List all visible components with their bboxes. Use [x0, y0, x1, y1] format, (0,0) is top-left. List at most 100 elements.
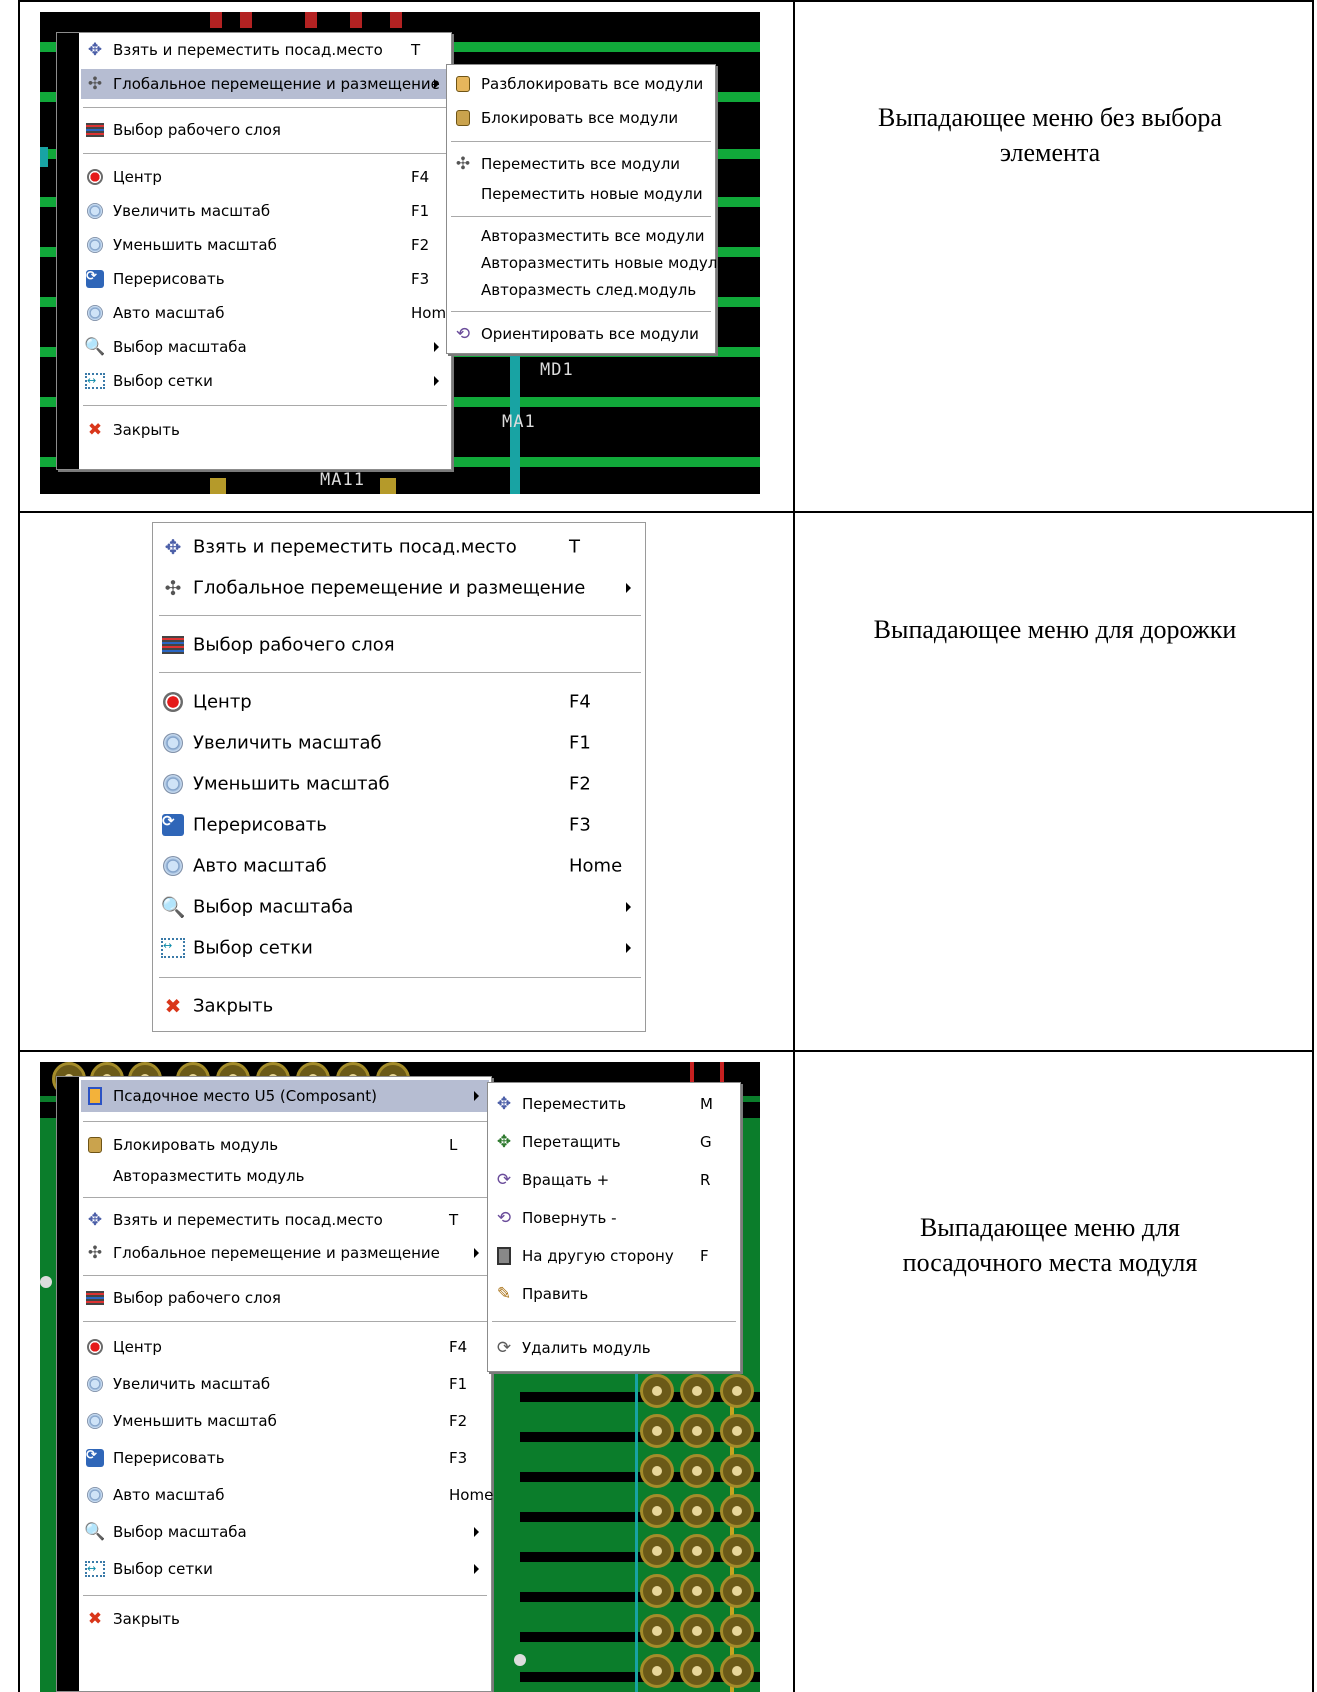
menu-item-global-move[interactable]: ✣ Глобальное перемещение и размещение	[81, 1238, 489, 1268]
pcb-pad	[640, 1534, 674, 1568]
menu-item-footprint-u5[interactable]: Псадочное место U5 (Composant)	[81, 1080, 489, 1112]
menu-separator	[83, 107, 447, 109]
menu-item-zoom-in[interactable]: Увеличить масштаб F1	[81, 1369, 489, 1399]
menu-item-center[interactable]: Центр F4	[81, 162, 449, 192]
pcb-pad	[305, 12, 317, 28]
menu-separator	[83, 1595, 487, 1597]
submenu-arrow-icon	[474, 1091, 479, 1101]
grid-select-icon: ↔	[161, 936, 185, 960]
pcb-pad	[390, 12, 402, 28]
table-border-right	[1312, 0, 1314, 1692]
submenu-item-edit[interactable]: ✎ Править	[490, 1277, 738, 1311]
menu-item-zoom-out[interactable]: Уменьшить масштаб F2	[81, 1406, 489, 1436]
menu-item-redraw[interactable]: ⟳ Перерисовать F3	[157, 806, 643, 844]
submenu-item-move-all[interactable]: ✣ Переместить все модули	[449, 149, 713, 179]
menu-item-grid-select[interactable]: ↔ Выбор сетки	[81, 366, 449, 396]
close-icon: ✖	[87, 419, 103, 440]
submenu-arrow-icon	[434, 376, 439, 386]
table-border-left	[18, 0, 20, 1692]
global-move-icon: ✣	[87, 73, 103, 94]
menu-item-grid-select[interactable]: ↔ Выбор сетки	[81, 1554, 489, 1584]
submenu-item-move-new[interactable]: Переместить новые модули	[449, 179, 713, 209]
pcb-pad	[720, 1414, 754, 1448]
menu-separator	[83, 1197, 487, 1199]
center-icon	[161, 690, 185, 714]
menu-item-center[interactable]: Центр F4	[157, 683, 643, 721]
submenu-item-autoplace-all[interactable]: Авторазместить все модули	[449, 221, 713, 251]
menu-item-select-layer[interactable]: Выбор рабочего слоя	[81, 115, 449, 145]
edit-icon: ✎	[496, 1283, 512, 1304]
menu-item-center[interactable]: Центр F4	[81, 1332, 489, 1362]
pcb-pad	[680, 1494, 714, 1528]
layers-icon	[85, 1288, 105, 1308]
orient-icon: ⟲	[455, 323, 471, 344]
menu-item-select-layer[interactable]: Выбор рабочего слоя	[157, 626, 643, 664]
menu-item-close[interactable]: ✖ Закрыть	[81, 415, 449, 445]
submenu-item-lock-all[interactable]: Блокировать все модули	[449, 103, 713, 133]
menu-item-zoom-select[interactable]: 🔍 Выбор масштаба	[81, 1517, 489, 1547]
pcb-pad	[720, 1614, 754, 1648]
menu-item-lock-module[interactable]: Блокировать модуль L	[81, 1130, 489, 1160]
menu-item-grid-select[interactable]: ↔ Выбор сетки	[157, 929, 643, 967]
menu-item-zoom-in[interactable]: Увеличить масштаб F1	[81, 196, 449, 226]
pcb-pad	[680, 1414, 714, 1448]
submenu-item-autoplace-next[interactable]: Авторазместь след.модуль	[449, 275, 713, 305]
layers-icon	[85, 120, 105, 140]
menu-item-redraw[interactable]: ⟳ Перерисовать F3	[81, 1443, 489, 1473]
submenu-item-move[interactable]: ✥ Переместить M	[490, 1087, 738, 1121]
auto-zoom-icon	[85, 1485, 105, 1505]
via	[514, 1654, 526, 1666]
menu-item-global-move[interactable]: ✣ Глобальное перемещение и размещение	[81, 69, 449, 99]
submenu-item-rotate-plus[interactable]: ⟳ Вращать + R	[490, 1163, 738, 1197]
submenu-item-orient-all[interactable]: ⟲ Ориентировать все модули	[449, 319, 713, 349]
menu-separator	[159, 615, 641, 617]
menu-separator	[83, 1321, 487, 1323]
menu-item-auto-zoom[interactable]: Авто масштаб Home	[157, 847, 643, 885]
menu-item-close[interactable]: ✖ Закрыть	[157, 987, 643, 1025]
menu-item-select-layer[interactable]: Выбор рабочего слоя	[81, 1283, 489, 1313]
submenu-item-flip-side[interactable]: На другую сторону F	[490, 1239, 738, 1273]
menu-item-zoom-in[interactable]: Увеличить масштаб F1	[157, 724, 643, 762]
caption-row1: Выпадающее меню без выбора элемента	[878, 103, 1222, 167]
menu-item-autoplace-module[interactable]: Авторазместить модуль	[81, 1161, 489, 1191]
caption-row3: Выпадающее меню для посадочного места мо…	[902, 1213, 1198, 1277]
menu-item-move-footprint[interactable]: ✥ Взять и переместить посад.место T	[81, 1205, 489, 1235]
pcb-pad	[680, 1654, 714, 1688]
submenu-item-drag[interactable]: ✥ Перетащить G	[490, 1125, 738, 1159]
rotate-cw-icon: ⟳	[496, 1169, 512, 1190]
menu-item-zoom-select[interactable]: 🔍 Выбор масштаба	[157, 888, 643, 926]
menu-item-global-move[interactable]: ✣ Глобальное перемещение и размещение	[157, 569, 643, 607]
menu-item-close[interactable]: ✖ Закрыть	[81, 1604, 489, 1634]
menu-item-auto-zoom[interactable]: Авто масштаб Home	[81, 298, 455, 328]
menu-separator	[492, 1321, 736, 1323]
silk-ma1: MA1	[502, 412, 536, 432]
pcb-pad	[680, 1534, 714, 1568]
pcb-pad	[640, 1654, 674, 1688]
menu-item-auto-zoom[interactable]: Авто масштаб Home	[81, 1480, 493, 1510]
menu-item-redraw[interactable]: ⟳ Перерисовать F3	[81, 264, 449, 294]
unlock-icon	[453, 74, 473, 94]
menu-item-move-footprint[interactable]: ✥ Взять и переместить посад.место T	[81, 35, 449, 65]
menu-item-zoom-select[interactable]: 🔍 Выбор масштаба	[81, 332, 449, 362]
zoom-in-icon	[161, 731, 185, 755]
move-all-icon: ✣	[455, 153, 471, 174]
lock-icon	[85, 1135, 105, 1155]
layers-icon	[161, 633, 185, 657]
menu-item-move-footprint[interactable]: ✥ Взять и переместить посад.место T	[157, 528, 643, 566]
submenu-item-rotate-minus[interactable]: ⟲ Повернуть -	[490, 1201, 738, 1235]
pcb-pad	[210, 12, 222, 28]
menu-separator	[451, 141, 711, 143]
auto-zoom-icon	[85, 303, 105, 323]
redraw-icon: ⟳	[85, 269, 105, 289]
submenu-item-unlock-all[interactable]: Разблокировать все модули	[449, 69, 713, 99]
menu-item-zoom-out[interactable]: Уменьшить масштаб F2	[81, 230, 449, 260]
menu-item-zoom-out[interactable]: Уменьшить масштаб F2	[157, 765, 643, 803]
zoom-in-icon	[85, 201, 105, 221]
zoom-out-icon	[161, 772, 185, 796]
submenu-item-autoplace-new[interactable]: Авторазместить новые модули	[449, 248, 727, 278]
pcb-pad	[350, 12, 362, 28]
silk-md1: MD1	[540, 360, 574, 380]
menu-gutter	[57, 1077, 79, 1691]
submenu-item-delete-module[interactable]: ⟳ Удалить модуль	[490, 1331, 738, 1365]
caption-row2: Выпадающее меню для дорожки	[873, 615, 1237, 644]
